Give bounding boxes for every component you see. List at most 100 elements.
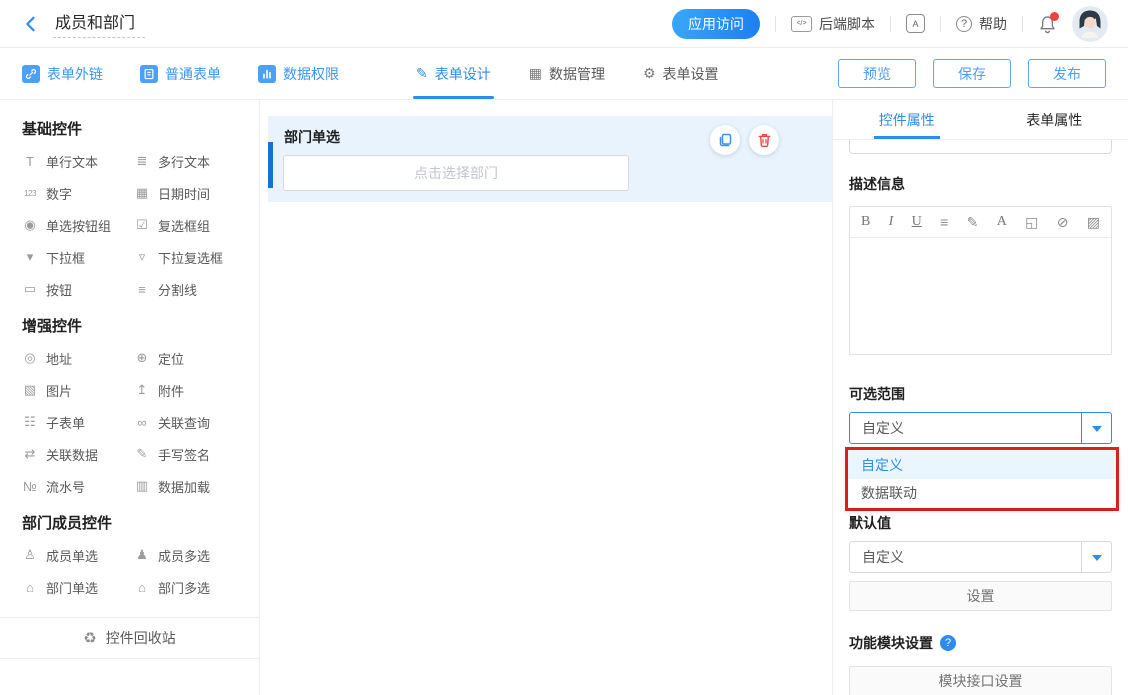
linked-query-icon: ∞ [134,415,150,430]
form-icon [140,65,158,83]
form-settings-icon: ⚙ [643,65,656,82]
italic-icon[interactable]: I [889,214,894,230]
code-icon: </> [791,16,812,32]
backend-script-button[interactable]: </> 后端脚本 [791,14,875,34]
widget-address[interactable]: ◎地址 [22,342,134,374]
align-icon[interactable]: ≡ [940,214,948,230]
widget-checkbox-group[interactable]: ☑复选框组 [134,209,259,241]
widget-button[interactable]: ▭按钮 [22,273,134,305]
publish-button[interactable]: 发布 [1028,59,1106,88]
radio-icon: ◉ [22,217,38,233]
selected-field-department-single[interactable]: 部门单选 点击选择部门 [268,116,832,202]
bold-icon[interactable]: B [861,214,870,230]
tab-data-permission[interactable]: 数据权限 [258,64,339,84]
widget-signature[interactable]: ✎手写签名 [134,438,259,470]
back-button[interactable] [22,15,40,33]
widget-data-load[interactable]: ▥数据加载 [134,470,259,502]
help-button[interactable]: ? 帮助 [956,14,1007,34]
description-editor-body[interactable] [850,238,1111,354]
tab-form-external-link[interactable]: 表单外链 [22,64,103,84]
multi-line-text-icon: ≣ [134,153,150,169]
default-value-settings-button[interactable]: 设置 [849,581,1112,611]
link-icon [22,65,40,83]
unlink-icon[interactable]: ⊘ [1057,214,1069,231]
address-book-button[interactable]: A [906,14,925,33]
tab-form-design[interactable]: ✎ 表单设计 [416,48,491,99]
widget-geolocation[interactable]: ⊕定位 [134,342,259,374]
chevron-down-icon[interactable] [1081,413,1111,443]
people-icon: ♟ [134,547,150,563]
widget-linked-query[interactable]: ∞关联查询 [134,406,259,438]
tab-widget-properties[interactable]: 控件属性 [833,100,981,139]
divider-icon: ≡ [134,282,150,297]
departments-icon: ⌂ [134,580,150,595]
tab-label: 表单设置 [663,64,719,84]
rich-text-toolbar: B I U ≡ ✎ A ◱ ⊘ ▨ [850,207,1111,238]
field-label: 部门单选 [284,127,340,147]
widget-number[interactable]: 123数字 [22,177,134,209]
annotation-highlight: 自定义 数据联动 [845,447,1119,511]
widget-multi-line-text[interactable]: ≣多行文本 [134,145,259,177]
tab-data-management[interactable]: ▦ 数据管理 [529,48,605,99]
user-avatar[interactable] [1072,6,1108,42]
properties-panel: 控件属性 表单属性 描述信息 B I U ≡ ✎ A ◱ ⊘ ▨ [832,100,1128,695]
multi-dropdown-icon: ▿ [134,249,150,265]
underline-icon[interactable]: U [912,214,922,230]
widget-image[interactable]: ▧图片 [22,374,134,406]
copy-field-button[interactable] [710,125,740,155]
button-icon: ▭ [22,281,38,297]
widget-subform[interactable]: ☷子表单 [22,406,134,438]
app-access-button[interactable]: 应用访问 [672,9,760,39]
section-title-dept-member: 部门成员控件 [22,512,259,533]
font-color-icon[interactable]: A [997,214,1007,230]
department-picker-input[interactable]: 点击选择部门 [283,155,629,191]
bar-chart-icon [258,65,276,83]
calendar-icon: ▦ [134,185,150,201]
widget-department-single[interactable]: ⌂部门单选 [22,571,134,603]
notification-bell-button[interactable] [1038,14,1057,34]
backend-script-label: 后端脚本 [819,14,875,34]
module-api-settings-button[interactable]: 模块接口设置 [849,666,1112,695]
description-label: 描述信息 [849,174,1112,194]
pencil-icon[interactable]: ✎ [967,214,979,231]
widget-serial-number[interactable]: №流水号 [22,470,134,502]
widget-member-single[interactable]: ♙成员单选 [22,539,134,571]
preview-button[interactable]: 预览 [838,59,916,88]
notification-dot [1050,12,1059,21]
widget-radio-group[interactable]: ◉单选按钮组 [22,209,134,241]
widget-member-multi[interactable]: ♟成员多选 [134,539,259,571]
default-value-select[interactable]: 自定义 [849,541,1112,573]
widget-dropdown[interactable]: ▾下拉框 [22,241,134,273]
chevron-down-icon[interactable] [1081,542,1111,572]
tab-form-properties[interactable]: 表单属性 [981,100,1128,139]
trash-icon [757,132,772,148]
save-button[interactable]: 保存 [933,59,1011,88]
optional-range-label: 可选范围 [849,384,1112,404]
option-data-linkage[interactable]: 数据联动 [848,479,1116,507]
widget-single-line-text[interactable]: T单行文本 [22,145,134,177]
divider [890,16,891,32]
widget-datetime[interactable]: ▦日期时间 [134,177,259,209]
optional-range-dropdown-menu: 自定义 数据联动 [848,450,1116,508]
widget-recycle-bin[interactable]: ♻ 控件回收站 [0,617,259,659]
image-icon[interactable]: ▨ [1087,214,1100,231]
upload-icon: ↥ [134,382,150,398]
section-title-enhanced: 增强控件 [22,315,259,336]
copy-icon[interactable]: ◱ [1025,214,1038,231]
widget-multi-dropdown[interactable]: ▿下拉复选框 [134,241,259,273]
delete-field-button[interactable] [749,125,779,155]
form-toolbar: 表单外链 普通表单 数据权限 ✎ 表单设计 ▦ 数据管理 ⚙ 表单设置 [0,48,1128,100]
widget-linked-data[interactable]: ⇄关联数据 [22,438,134,470]
optional-range-select[interactable]: 自定义 [849,412,1112,444]
option-custom[interactable]: 自定义 [848,451,1116,479]
chevron-left-icon [22,15,40,33]
clipped-input-field[interactable] [849,140,1112,154]
widget-attachment[interactable]: ↥附件 [134,374,259,406]
section-title-basic: 基础控件 [22,118,259,139]
tab-normal-form[interactable]: 普通表单 [140,64,221,84]
widget-divider[interactable]: ≡分割线 [134,273,259,305]
widget-department-multi[interactable]: ⌂部门多选 [134,571,259,603]
tab-form-settings[interactable]: ⚙ 表单设置 [643,48,719,99]
question-circle-icon[interactable]: ? [940,635,956,651]
divider [775,16,776,32]
